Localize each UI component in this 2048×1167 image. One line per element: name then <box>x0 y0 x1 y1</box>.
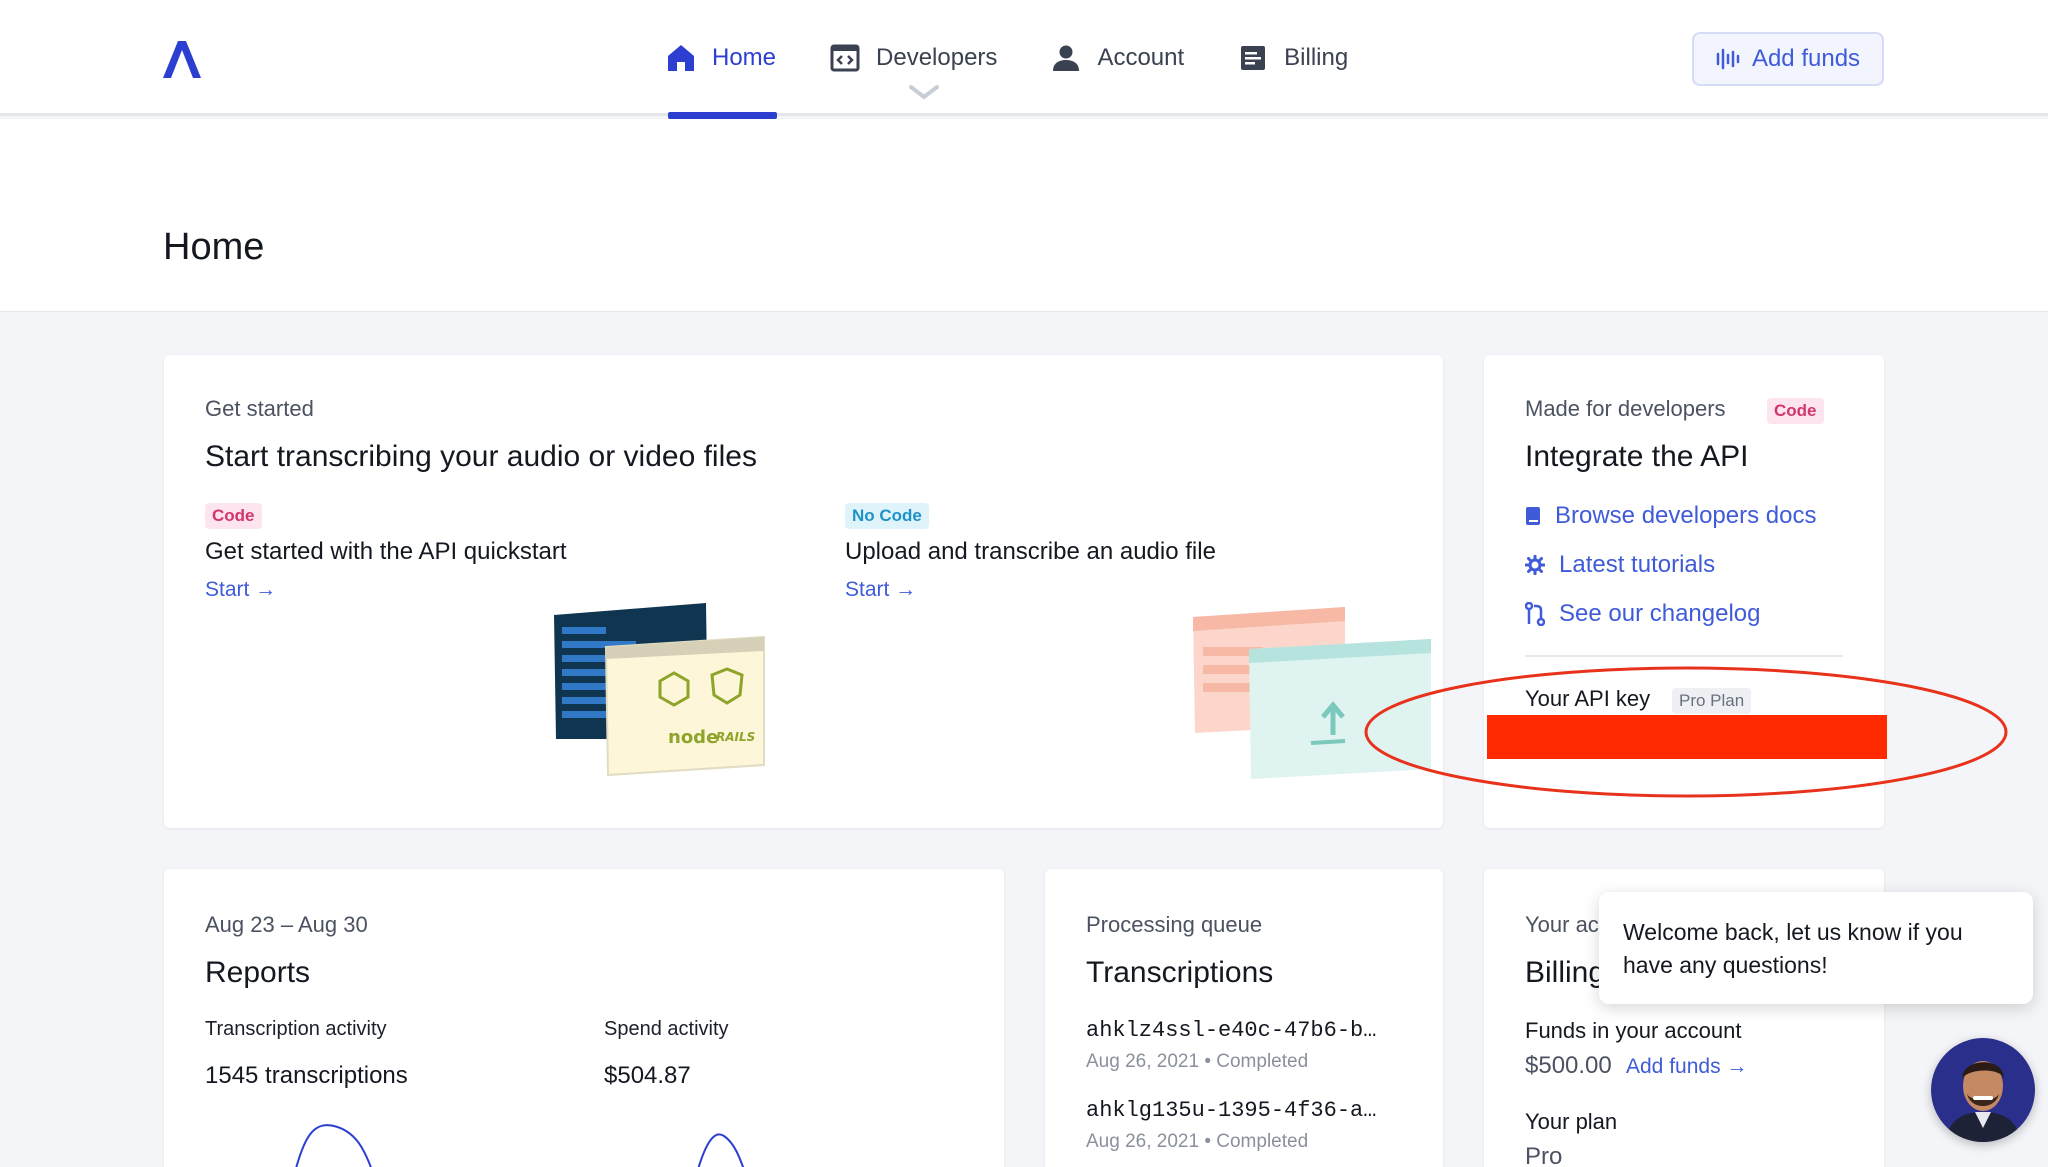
card-title: Reports <box>205 956 311 989</box>
home-icon <box>668 45 694 71</box>
chat-welcome-popup[interactable]: Welcome back, let us know if you have an… <box>1599 892 2033 1004</box>
book-icon <box>1526 507 1540 525</box>
receipt-icon <box>1241 46 1266 70</box>
chat-avatar[interactable] <box>1931 1038 2035 1142</box>
get-started-card: Get started Start transcribing your audi… <box>164 355 1443 828</box>
funds-value: $500.00 <box>1525 1052 1612 1079</box>
nav-tab-label: Billing <box>1284 44 1349 71</box>
user-icon <box>1053 45 1080 71</box>
api-key-label: Your API key <box>1525 686 1651 711</box>
add-funds-link[interactable]: Add funds → <box>1626 1055 1747 1079</box>
chevron-down-icon[interactable] <box>908 84 940 100</box>
no-code-badge: No Code <box>845 503 929 529</box>
gear-icon <box>1525 555 1545 575</box>
transcription-id: ahklz4ssl-e40c-47b6-b… <box>1086 1018 1377 1043</box>
plan-badge: Pro Plan <box>1672 688 1752 714</box>
upload-audio-illustration <box>1193 607 1431 779</box>
reports-card: Aug 23 – Aug 30 Reports Transcription ac… <box>164 869 1004 1167</box>
developer-docs-link[interactable]: Browse developers docs <box>1525 502 1816 530</box>
card-title: Integrate the API <box>1525 440 1749 473</box>
option-title: Get started with the API quickstart <box>205 538 567 565</box>
nav-tab-label: Home <box>712 44 777 71</box>
start-upload-link[interactable]: Start → <box>845 578 916 602</box>
tutorials-link[interactable]: Latest tutorials <box>1525 551 1715 579</box>
list-item[interactable]: ahklz4ssl-e40c-47b6-b… Aug 26, 2021 • Co… <box>1086 1018 1376 1073</box>
main-nav: Home Developers Account Billing <box>666 0 1402 119</box>
code-badge: Code <box>205 503 262 529</box>
card-eyebrow: Made for developers <box>1525 396 1726 421</box>
chat-message: Welcome back, let us know if you have an… <box>1623 919 1963 978</box>
card-title: Billing <box>1525 956 1606 989</box>
nav-tab-label: Account <box>1097 44 1185 71</box>
plan-value: Pro <box>1525 1143 1563 1167</box>
stat-label: Transcription activity <box>205 1018 387 1040</box>
stat-value: 1545 transcriptions <box>205 1062 408 1089</box>
stat-value: $504.87 <box>604 1062 691 1089</box>
card-eyebrow: Processing queue <box>1086 912 1263 937</box>
divider <box>1525 655 1843 657</box>
funds-label: Funds in your account <box>1525 1018 1742 1043</box>
transcription-id: ahklg135u-1395-4f36-a… <box>1086 1098 1377 1123</box>
plan-label: Your plan <box>1525 1109 1618 1134</box>
transcription-sparkline <box>295 1124 372 1167</box>
code-window-icon <box>830 44 860 72</box>
api-key-redaction <box>1487 715 1887 759</box>
start-quickstart-link[interactable]: Start → <box>205 578 276 602</box>
card-eyebrow: Get started <box>205 396 314 421</box>
nav-tab-billing[interactable]: Billing <box>1238 0 1348 116</box>
spend-sparkline <box>697 1133 745 1167</box>
link-label: See our changelog <box>1559 600 1761 627</box>
add-funds-button[interactable]: Add funds <box>1692 32 1884 86</box>
card-title: Transcriptions <box>1086 956 1274 989</box>
illustration-label: RAILS <box>716 730 755 744</box>
card-eyebrow: Aug 23 – Aug 30 <box>205 912 368 937</box>
transcriptions-card: Processing queue Transcriptions ahklz4ss… <box>1045 869 1443 1167</box>
option-title: Upload and transcribe an audio file <box>845 538 1216 565</box>
transcription-meta: Aug 26, 2021 • Completed <box>1086 1051 1309 1072</box>
nav-tab-label: Developers <box>876 44 998 71</box>
transcription-meta: Aug 26, 2021 • Completed <box>1086 1131 1309 1152</box>
add-funds-label: Add funds <box>1751 45 1861 72</box>
nav-tab-home[interactable]: Home <box>666 0 778 119</box>
nav-tab-account[interactable]: Account <box>1051 0 1184 116</box>
logo-icon[interactable] <box>160 36 206 80</box>
page-header <box>0 119 2048 312</box>
stat-label: Spend activity <box>604 1018 729 1040</box>
support-agent-avatar-icon <box>1931 1038 2035 1142</box>
audio-wave-icon <box>1716 48 1740 70</box>
link-label: Latest tutorials <box>1559 551 1716 578</box>
card-eyebrow: Your ac <box>1525 912 1599 937</box>
card-title: Start transcribing your audio or video f… <box>205 440 757 473</box>
code-frameworks-illustration: node RAILS <box>554 603 765 777</box>
list-item[interactable]: ahklg135u-1395-4f36-a… Aug 26, 2021 • Co… <box>1086 1098 1376 1153</box>
link-label: Browse developers docs <box>1555 502 1817 529</box>
illustration-label: node <box>668 727 718 748</box>
changelog-link[interactable]: See our changelog <box>1525 600 1761 628</box>
code-badge: Code <box>1767 398 1824 424</box>
page-title: Home <box>163 226 265 268</box>
changelog-icon <box>1525 602 1545 626</box>
top-nav-bar: Home Developers Account Billing Add fund… <box>0 0 2048 119</box>
